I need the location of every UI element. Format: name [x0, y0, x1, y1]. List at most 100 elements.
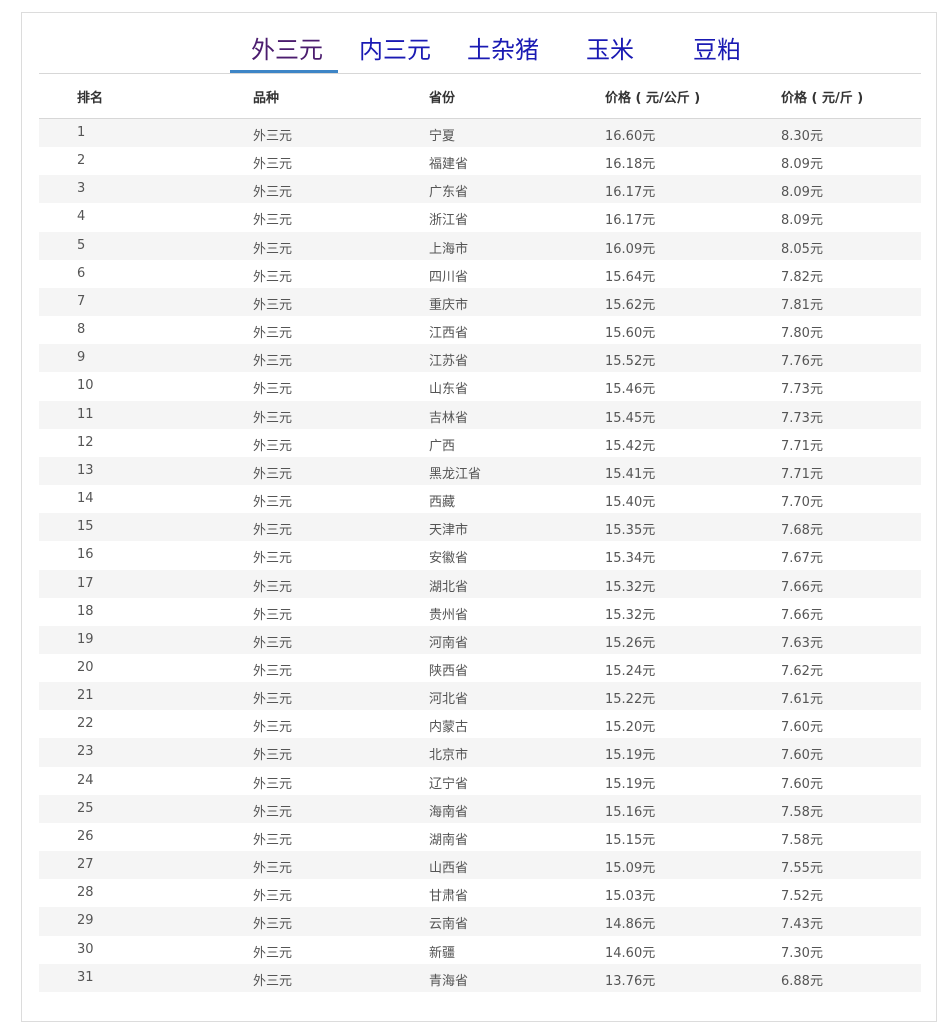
cell-rank: 13	[77, 462, 94, 478]
cell-province: 贵州省	[429, 607, 469, 623]
table-row: 25 外三元 海南省 15.16元 7.58元	[39, 794, 921, 823]
cell-price-per-jin: 7.58元	[781, 804, 823, 820]
table-row: 21 外三元 河北省 15.22元 7.61元	[39, 682, 921, 711]
cell-province: 内蒙古	[429, 720, 469, 736]
table-row: 31 外三元 青海省 13.76元 6.88元	[39, 963, 921, 992]
tab-wai-san-yuan[interactable]: 外三元	[251, 35, 323, 65]
table-row: 1 外三元 宁夏 16.60元 8.30元	[39, 119, 921, 148]
table-row: 29 外三元 云南省 14.86元 7.43元	[39, 907, 921, 936]
cell-rank: 24	[77, 772, 94, 788]
table-row: 17 外三元 湖北省 15.32元 7.66元	[39, 569, 921, 598]
cell-province: 西藏	[429, 495, 456, 511]
cell-price-per-jin: 6.88元	[781, 973, 823, 989]
cell-province: 上海市	[429, 241, 469, 257]
table-row: 23 外三元 北京市 15.19元 7.60元	[39, 738, 921, 767]
cell-rank: 21	[77, 688, 94, 704]
cell-price-per-kg: 15.62元	[605, 297, 656, 313]
cell-province: 四川省	[429, 269, 469, 285]
cell-price-per-kg: 15.09元	[605, 861, 656, 877]
cell-variety: 外三元	[253, 973, 293, 989]
cell-rank: 22	[77, 716, 94, 732]
header-rank: 排名	[77, 91, 104, 106]
tab-corn[interactable]: 玉米	[586, 35, 634, 65]
cell-price-per-kg: 15.34元	[605, 551, 656, 567]
cell-price-per-kg: 13.76元	[605, 973, 656, 989]
cell-province: 天津市	[429, 523, 469, 539]
table-row: 26 外三元 湖南省 15.15元 7.58元	[39, 822, 921, 852]
cell-price-per-kg: 16.18元	[605, 157, 656, 173]
cell-variety: 外三元	[253, 748, 293, 764]
cell-price-per-jin: 7.73元	[781, 382, 823, 398]
cell-price-per-jin: 7.55元	[781, 861, 823, 877]
table-row: 24 外三元 辽宁省 15.19元 7.60元	[39, 766, 921, 795]
cell-variety: 外三元	[253, 523, 293, 539]
table-row: 16 外三元 安徽省 15.34元 7.67元	[39, 541, 921, 570]
cell-variety: 外三元	[253, 776, 293, 792]
cell-rank: 26	[77, 828, 94, 844]
cell-price-per-kg: 15.40元	[605, 495, 656, 511]
cell-rank: 20	[77, 659, 94, 675]
cell-price-per-jin: 7.52元	[781, 889, 823, 905]
cell-variety: 外三元	[253, 495, 293, 511]
cell-price-per-kg: 15.16元	[605, 804, 656, 820]
header-price-per-kg: 价格 ( 元/公斤 )	[605, 91, 701, 106]
cell-price-per-jin: 7.60元	[781, 776, 823, 792]
tab-tu-za-zhu[interactable]: 土杂猪	[467, 35, 539, 65]
cell-province: 福建省	[429, 157, 469, 173]
cell-rank: 30	[77, 941, 94, 957]
cell-variety: 外三元	[253, 945, 293, 961]
cell-province: 甘肃省	[429, 889, 469, 905]
cell-rank: 5	[77, 237, 86, 253]
cell-province: 青海省	[429, 973, 469, 989]
table-row: 27 外三元 山西省 15.09元 7.55元	[39, 851, 921, 880]
cell-price-per-kg: 16.60元	[605, 129, 656, 144]
cell-price-per-jin: 7.43元	[781, 917, 823, 933]
tab-nei-san-yuan[interactable]: 内三元	[359, 35, 431, 65]
cell-price-per-jin: 7.66元	[781, 607, 823, 623]
table-row: 14 外三元 西藏 15.40元 7.70元	[39, 485, 921, 514]
cell-rank: 4	[77, 209, 86, 225]
table-row: 2 外三元 福建省 16.18元 8.09元	[39, 147, 921, 176]
cell-price-per-jin: 8.05元	[781, 241, 823, 257]
price-ranking-panel: 外三元 内三元 土杂猪 玉米 豆粕 排名 品种 省份 价格 ( 元/公斤 ) 价…	[21, 12, 937, 1022]
cell-price-per-kg: 15.52元	[605, 354, 656, 370]
cell-price-per-jin: 8.30元	[781, 129, 823, 144]
cell-variety: 外三元	[253, 579, 293, 595]
cell-price-per-jin: 7.76元	[781, 354, 823, 370]
table-row: 19 外三元 河南省 15.26元 7.63元	[39, 625, 921, 654]
cell-price-per-jin: 7.81元	[781, 297, 823, 313]
cell-price-per-kg: 15.19元	[605, 776, 656, 792]
cell-rank: 25	[77, 800, 94, 816]
cell-price-per-kg: 15.41元	[605, 466, 656, 482]
cell-rank: 9	[77, 350, 86, 366]
cell-price-per-jin: 8.09元	[781, 185, 823, 201]
table-row: 20 外三元 陕西省 15.24元 7.62元	[39, 653, 921, 683]
cell-variety: 外三元	[253, 635, 293, 651]
cell-rank: 23	[77, 744, 94, 760]
cell-price-per-kg: 15.64元	[605, 269, 656, 285]
cell-price-per-kg: 16.17元	[605, 213, 656, 229]
cell-price-per-kg: 15.19元	[605, 748, 656, 764]
cell-variety: 外三元	[253, 382, 293, 398]
tab-soybean-meal[interactable]: 豆粕	[693, 35, 741, 65]
cell-province: 新疆	[429, 945, 456, 961]
category-tabs: 外三元 内三元 土杂猪 玉米 豆粕	[39, 13, 921, 74]
cell-price-per-kg: 15.35元	[605, 523, 656, 539]
cell-price-per-jin: 7.60元	[781, 748, 823, 764]
cell-province: 海南省	[429, 804, 469, 820]
table-row: 13 外三元 黑龙江省 15.41元 7.71元	[39, 456, 921, 486]
cell-price-per-kg: 15.22元	[605, 692, 656, 708]
cell-variety: 外三元	[253, 917, 293, 933]
table-row: 6 外三元 四川省 15.64元 7.82元	[39, 259, 921, 288]
cell-rank: 14	[77, 491, 94, 507]
cell-variety: 外三元	[253, 551, 293, 567]
table-row: 15 外三元 天津市 15.35元 7.68元	[39, 513, 921, 542]
cell-price-per-jin: 7.61元	[781, 692, 823, 708]
cell-price-per-jin: 7.62元	[781, 663, 823, 679]
cell-rank: 17	[77, 575, 94, 591]
cell-province: 吉林省	[429, 410, 469, 426]
table-row: 4 外三元 浙江省 16.17元 8.09元	[39, 203, 921, 232]
cell-province: 河南省	[429, 635, 469, 651]
cell-price-per-jin: 7.30元	[781, 945, 823, 961]
cell-province: 辽宁省	[429, 776, 469, 792]
